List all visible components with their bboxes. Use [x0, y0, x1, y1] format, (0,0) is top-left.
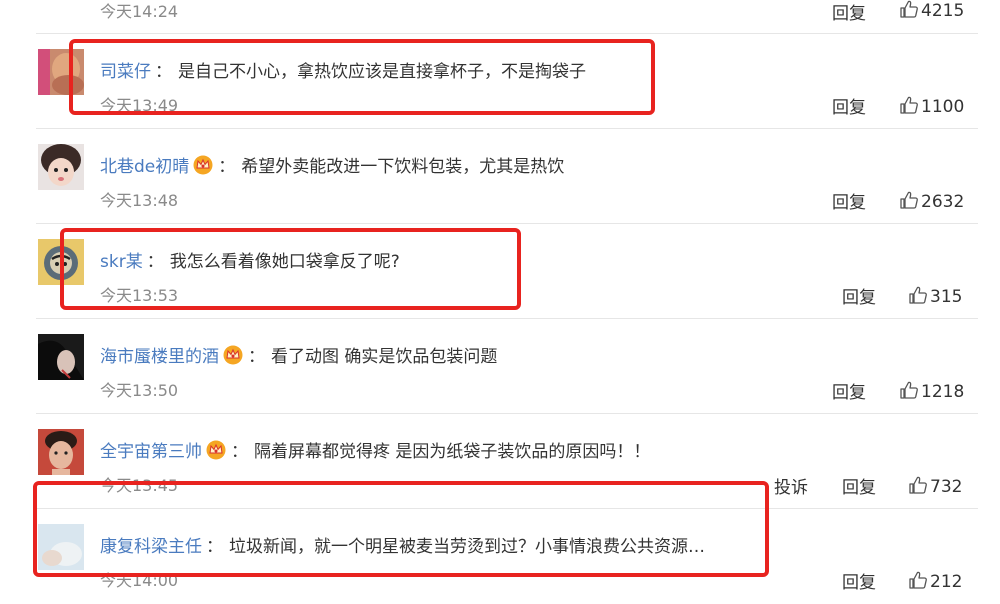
comment-line: 海市蜃楼里的酒 ： 看了动图 确实是饮品包装问题 [100, 342, 497, 370]
avatar[interactable] [38, 334, 84, 380]
report-button[interactable]: 投诉 [774, 473, 808, 498]
highlight-box [33, 481, 769, 577]
like-button[interactable]: 212 [908, 570, 962, 592]
comment-line: 北巷de初晴 ：希望外卖能改进一下饮料包装，尤其是热饮 [100, 152, 564, 180]
like-count: 732 [930, 477, 963, 497]
reply-button[interactable]: 回复 [832, 0, 866, 24]
like-button[interactable]: 732 [908, 475, 962, 497]
reply-button[interactable]: 回复 [832, 188, 866, 213]
like-button[interactable]: 2632 [899, 190, 964, 212]
like-count: 4215 [921, 1, 965, 21]
thumbs-up-icon [899, 96, 921, 117]
thumbs-up-icon [908, 286, 930, 307]
crown-icon [222, 345, 244, 370]
like-count: 2632 [921, 192, 965, 212]
comment-text: 看了动图 确实是饮品包装问题 [271, 347, 498, 367]
thumbs-up-icon [899, 191, 921, 212]
like-count: 1100 [921, 97, 965, 117]
like-count: 315 [930, 287, 963, 307]
thumbs-up-icon [908, 571, 930, 592]
highlight-box [69, 39, 655, 115]
like-button[interactable]: 1100 [899, 95, 964, 117]
like-button[interactable]: 1218 [899, 380, 964, 402]
like-button[interactable]: 4215 [899, 0, 964, 21]
crown-icon [205, 440, 227, 465]
comment-text: 隔着屏幕都觉得疼 是因为纸袋子装饮品的原因吗！！ [254, 442, 651, 462]
highlight-box [60, 228, 521, 310]
reply-button[interactable]: 回复 [842, 283, 876, 308]
separator: ： [218, 157, 236, 177]
like-count: 212 [930, 572, 963, 592]
reply-button[interactable]: 回复 [832, 378, 866, 403]
username-link[interactable]: 北巷de初晴 [100, 157, 189, 177]
comment-time: 今天13:50 [100, 381, 179, 400]
comment-text: 希望外卖能改进一下饮料包装，尤其是热饮 [241, 157, 565, 177]
reply-button[interactable]: 回复 [842, 568, 876, 593]
username-link[interactable]: 全宇宙第三帅 [100, 442, 202, 462]
like-count: 1218 [921, 382, 965, 402]
like-button[interactable]: 315 [908, 285, 962, 307]
username-link[interactable]: 海市蜃楼里的酒 [100, 347, 219, 367]
comment-item: 北巷de初晴 ：希望外卖能改进一下饮料包装，尤其是热饮 今天13:48 回复 26… [0, 129, 1000, 224]
crown-icon [192, 155, 214, 180]
comment-time: 今天13:48 [100, 191, 179, 210]
thumbs-up-icon [908, 476, 930, 497]
comment-item: 海市蜃楼里的酒 ： 看了动图 确实是饮品包装问题 今天13:50 回复 1218 [0, 319, 1000, 414]
comment-line: 全宇宙第三帅 ： 隔着屏幕都觉得疼 是因为纸袋子装饮品的原因吗！！ [100, 437, 650, 465]
avatar[interactable] [38, 429, 84, 475]
reply-button[interactable]: 回复 [832, 93, 866, 118]
comment-time: 今天14:24 [100, 2, 179, 21]
thumbs-up-icon [899, 0, 921, 21]
reply-button[interactable]: 回复 [842, 473, 876, 498]
separator: ： [248, 347, 265, 367]
separator: ： [231, 442, 248, 462]
thumbs-up-icon [899, 381, 921, 402]
avatar[interactable] [38, 144, 84, 190]
